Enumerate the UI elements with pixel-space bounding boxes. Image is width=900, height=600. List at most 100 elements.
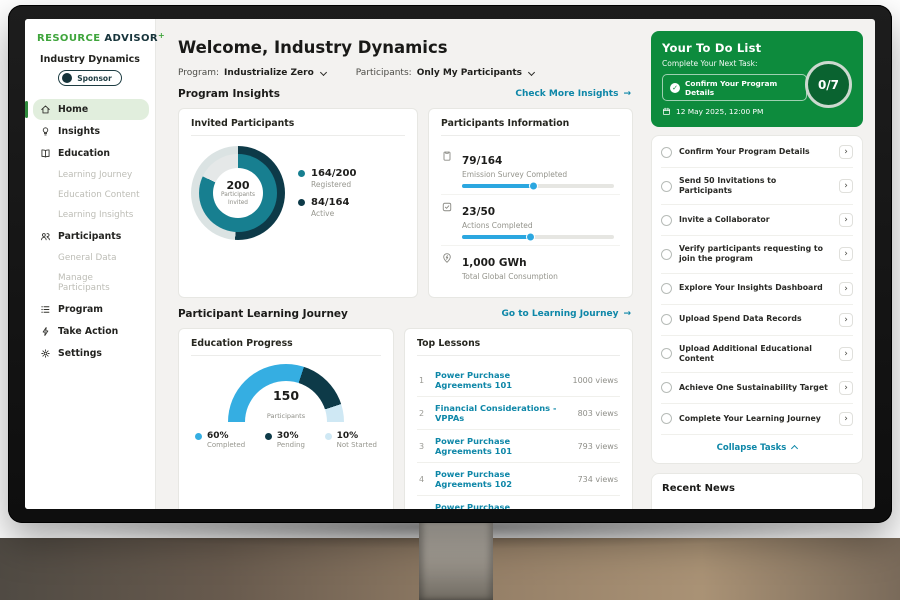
legend-dot bbox=[298, 170, 305, 177]
sidebar-item-settings[interactable]: Settings bbox=[33, 343, 149, 364]
sidebar-item-education[interactable]: Education bbox=[33, 143, 149, 164]
task-checkbox[interactable] bbox=[661, 181, 672, 192]
participants-information-card: Participants Information 79/164 Emission… bbox=[428, 108, 633, 298]
task-checkbox[interactable] bbox=[661, 147, 672, 158]
sidebar-item-learning-insights[interactable]: Learning Insights bbox=[33, 205, 149, 225]
task-row[interactable]: Achieve One Sustainability Target › bbox=[661, 373, 853, 404]
task-row[interactable]: Explore Your Insights Dashboard › bbox=[661, 274, 853, 305]
task-label: Verify participants requesting to join t… bbox=[679, 244, 832, 264]
education-progress-title: Education Progress bbox=[191, 338, 381, 356]
invited-participants-card: Invited Participants 200 Participants In… bbox=[178, 108, 418, 298]
task-chevron-button[interactable]: › bbox=[839, 213, 853, 227]
sidebar-item-learning-journey[interactable]: Learning Journey bbox=[33, 165, 149, 185]
sidebar-item-participants[interactable]: Participants bbox=[33, 226, 149, 247]
task-row[interactable]: Send 50 Invitations to Participants › bbox=[661, 168, 853, 205]
lesson-link[interactable]: Power Purchase Agreements 101 bbox=[435, 436, 570, 456]
lesson-link[interactable]: Power Purchase Agreements 102 bbox=[435, 469, 570, 489]
task-chevron-button[interactable]: › bbox=[839, 381, 853, 395]
sidebar-item-home[interactable]: Home bbox=[33, 99, 149, 120]
sidebar-item-general-data[interactable]: General Data bbox=[33, 248, 149, 268]
main-content: Welcome, Industry Dynamics Program: Indu… bbox=[156, 19, 645, 509]
learning-journey-header: Participant Learning Journey Go to Learn… bbox=[178, 308, 631, 320]
check-more-insights-label: Check More Insights bbox=[515, 89, 618, 99]
sidebar-item-insights[interactable]: Insights bbox=[33, 121, 149, 142]
task-checkbox[interactable] bbox=[661, 413, 672, 424]
program-insights-header: Program Insights Check More Insights → bbox=[178, 88, 631, 100]
todo-panel: Your To Do List Complete Your Next Task:… bbox=[645, 19, 875, 509]
task-row[interactable]: Invite a Collaborator › bbox=[661, 205, 853, 236]
sidebar-item-education-content[interactable]: Education Content bbox=[33, 185, 149, 205]
legend-dot bbox=[265, 433, 272, 440]
participants-filter-dropdown[interactable]: Participants: Only My Participants bbox=[356, 68, 534, 78]
legend-label: Not Started bbox=[337, 441, 377, 449]
legend-value: 10% bbox=[337, 431, 377, 441]
task-row[interactable]: Verify participants requesting to join t… bbox=[661, 236, 853, 273]
task-row[interactable]: Confirm Your Program Details › bbox=[661, 137, 853, 168]
people-icon bbox=[40, 231, 51, 242]
top-lessons-title: Top Lessons bbox=[417, 338, 620, 356]
legend-value: 84/164 bbox=[311, 197, 349, 208]
legend-value: 60% bbox=[207, 431, 245, 441]
lesson-link[interactable]: Financial Considerations - VPPAs bbox=[435, 403, 570, 423]
sidebar-item-label: Education bbox=[58, 148, 110, 159]
arrow-right-icon: → bbox=[623, 309, 631, 319]
gauge-legend: 60% Completed 30% Pending bbox=[191, 422, 381, 449]
task-checkbox[interactable] bbox=[661, 283, 672, 294]
monitor-stand bbox=[419, 520, 493, 600]
collapse-tasks-label: Collapse Tasks bbox=[717, 443, 787, 453]
sidebar-item-manage-participants[interactable]: Manage Participants bbox=[33, 268, 149, 298]
task-label: Complete Your Learning Journey bbox=[679, 414, 832, 424]
legend-label: Active bbox=[311, 209, 349, 218]
legend-item-registered: 164/200 Registered bbox=[298, 168, 356, 189]
collapse-tasks-button[interactable]: Collapse Tasks bbox=[661, 435, 853, 462]
chevron-down-icon bbox=[320, 68, 327, 75]
program-filter-dropdown[interactable]: Program: Industrialize Zero bbox=[178, 68, 326, 78]
task-chevron-button[interactable]: › bbox=[839, 179, 853, 193]
check-more-insights-link[interactable]: Check More Insights → bbox=[515, 89, 631, 99]
task-checkbox[interactable] bbox=[661, 382, 672, 393]
stat-label: Total Global Consumption bbox=[462, 272, 620, 281]
next-task-due-text: 12 May 2025, 12:00 PM bbox=[676, 107, 763, 116]
legend-item-not-started: 10% Not Started bbox=[325, 431, 377, 449]
stat-value: 79/164 bbox=[462, 155, 502, 167]
program-insights-title: Program Insights bbox=[178, 88, 280, 100]
lesson-row: 3 Power Purchase Agreements 101 793 view… bbox=[417, 430, 620, 463]
task-chevron-button[interactable]: › bbox=[839, 412, 853, 426]
next-task-label: Confirm Your Program Details bbox=[685, 79, 799, 97]
lesson-rank: 4 bbox=[419, 475, 427, 484]
check-square-icon bbox=[441, 200, 454, 239]
sidebar-item-label: Settings bbox=[58, 348, 102, 359]
gear-icon bbox=[40, 348, 51, 359]
legend-dot bbox=[195, 433, 202, 440]
task-checkbox[interactable] bbox=[661, 348, 672, 359]
donut-center-value: 200 bbox=[227, 179, 250, 192]
task-chevron-button[interactable]: › bbox=[839, 313, 853, 327]
legend-dot bbox=[298, 199, 305, 206]
energy-pin-icon bbox=[441, 251, 454, 281]
task-checkbox[interactable] bbox=[661, 314, 672, 325]
sidebar-item-label: Insights bbox=[58, 126, 100, 137]
task-row[interactable]: Upload Spend Data Records › bbox=[661, 305, 853, 336]
task-chevron-button[interactable]: › bbox=[839, 347, 853, 361]
lesson-link[interactable]: Power Purchase Agreements 101 bbox=[435, 370, 565, 390]
task-row[interactable]: Complete Your Learning Journey › bbox=[661, 404, 853, 435]
task-checkbox[interactable] bbox=[661, 249, 672, 260]
lesson-link[interactable]: Power Purchase Agreements 103 bbox=[435, 502, 570, 509]
lightning-icon bbox=[40, 326, 51, 337]
task-checkbox[interactable] bbox=[661, 215, 672, 226]
go-to-learning-journey-link[interactable]: Go to Learning Journey → bbox=[502, 309, 631, 319]
sponsor-badge[interactable]: Sponsor bbox=[58, 70, 122, 86]
task-chevron-button[interactable]: › bbox=[839, 282, 853, 296]
sidebar-item-program[interactable]: Program bbox=[33, 299, 149, 320]
lesson-views: 793 views bbox=[578, 442, 618, 451]
task-row[interactable]: Upload Additional Educational Content › bbox=[661, 336, 853, 373]
task-chevron-button[interactable]: › bbox=[839, 247, 853, 261]
participants-information-title: Participants Information bbox=[441, 118, 620, 136]
task-chevron-button[interactable]: › bbox=[839, 145, 853, 159]
legend-value: 30% bbox=[277, 431, 305, 441]
next-task-chip[interactable]: ✓ Confirm Your Program Details bbox=[662, 74, 807, 101]
task-label: Achieve One Sustainability Target bbox=[679, 383, 832, 393]
sidebar-item-take-action[interactable]: Take Action bbox=[33, 321, 149, 342]
sidebar-nav: Home Insights Education Learn bbox=[25, 98, 155, 365]
legend-label: Completed bbox=[207, 441, 245, 449]
